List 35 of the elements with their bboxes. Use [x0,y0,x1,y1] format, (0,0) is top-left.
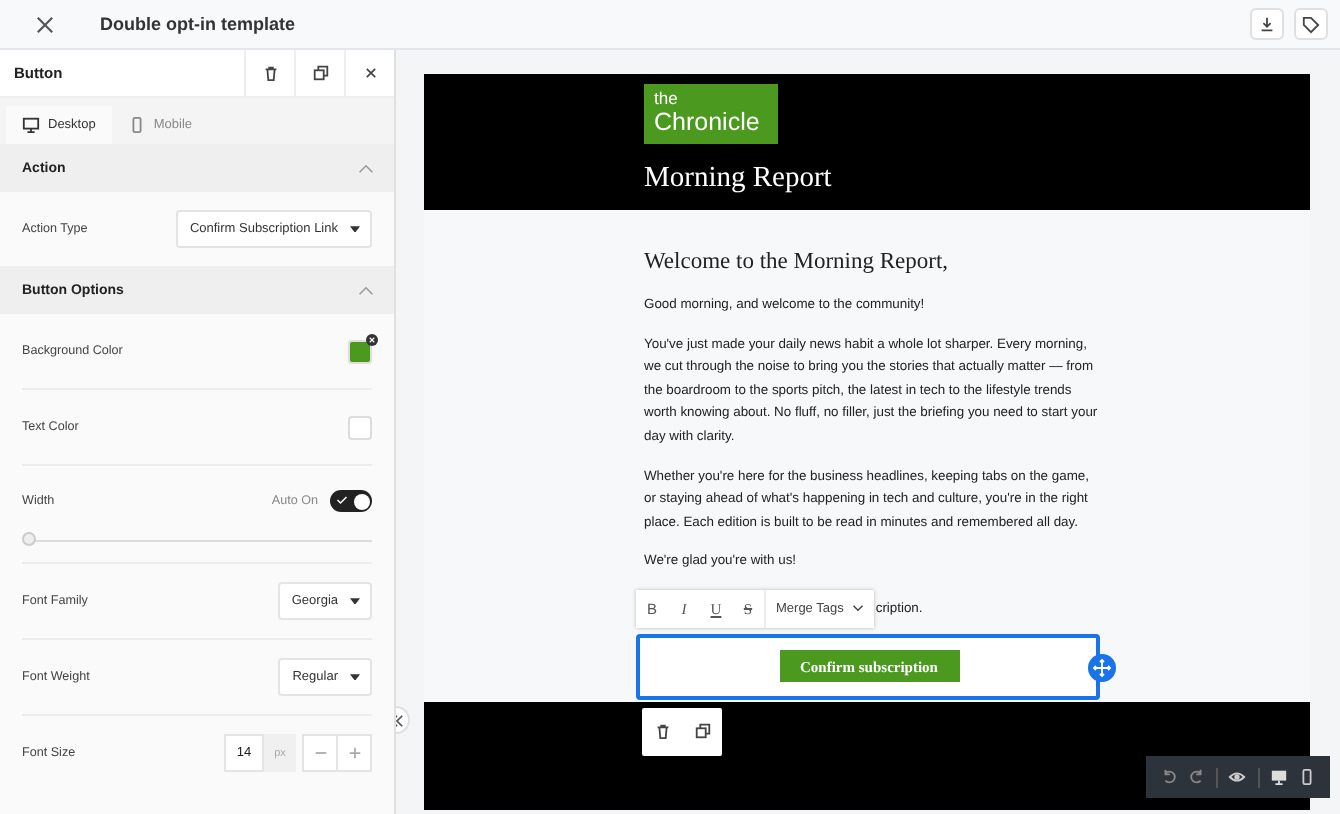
redo-icon[interactable] [1187,768,1206,786]
close-icon [363,66,377,80]
plus-icon [347,746,361,760]
desktop-icon[interactable] [1270,768,1289,786]
check-icon [336,494,348,506]
close-icon[interactable] [36,15,54,33]
duplicate-icon[interactable] [693,722,711,741]
clear-icon[interactable] [366,333,378,345]
template-title: Double opt-in template [100,14,295,34]
toggle-switch[interactable] [330,490,372,512]
logo-text: the [654,90,680,108]
color-swatch[interactable] [348,415,372,439]
mobile-icon [127,116,146,134]
chevron-icon [851,604,864,613]
download-button[interactable] [1250,8,1284,40]
color-swatch[interactable] [348,339,372,363]
caret-icon [350,597,360,605]
undo-icon[interactable] [1159,768,1178,786]
tag-button[interactable] [1294,8,1328,40]
masthead-title: Morning Report [644,162,832,196]
download-icon [1258,15,1276,33]
logo-text: Chronicle [654,108,762,136]
move-handle-icon[interactable] [1088,653,1116,682]
slider-thumb[interactable] [22,532,36,546]
tag-icon [1302,15,1320,33]
mobile-icon[interactable] [1298,768,1317,786]
caret-icon [350,673,360,681]
copy-icon [311,64,329,82]
delete-icon[interactable] [653,722,671,741]
caret-icon [350,225,360,233]
desktop-icon [22,116,40,134]
email-heading: Welcome to the Morning Report, [644,250,951,274]
minus-icon [313,746,327,760]
trash-icon [261,64,279,82]
eye-icon[interactable] [1228,768,1247,786]
